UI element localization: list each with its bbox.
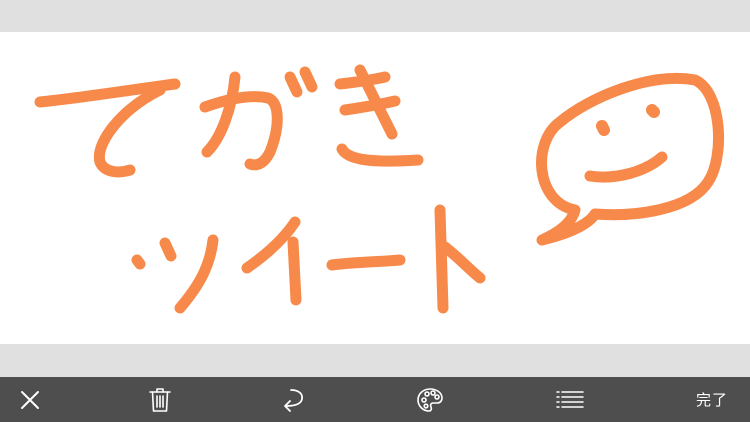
palette-icon [417, 387, 443, 412]
close-icon [21, 390, 39, 409]
done-button[interactable]: 完了 [682, 377, 742, 422]
bubble-smile [584, 151, 668, 183]
bottom-toolbar: 完了 [0, 377, 750, 422]
handwriting-drawing [34, 64, 725, 314]
color-palette-button[interactable] [400, 377, 460, 422]
delete-button[interactable] [130, 377, 190, 422]
stroke-ga-dakuten-1 [284, 71, 303, 98]
stroke-ki-mid [339, 95, 401, 116]
stroke-ga-dakuten-2 [299, 66, 318, 93]
bubble-eye-left [596, 120, 610, 136]
bubble-eye-right [646, 104, 660, 118]
stroke-to-vertical [434, 204, 449, 314]
line-width-button[interactable] [540, 377, 600, 422]
stroke-choon [326, 254, 406, 271]
stroke-tsu-dot-1 [131, 254, 146, 270]
stroke-i-vertical [287, 236, 302, 306]
trash-icon [149, 387, 171, 412]
drawing-screen: 完了 [0, 0, 750, 422]
stroke-ki-bottom [336, 143, 424, 167]
stroke-ga-vertical [201, 71, 241, 158]
stroke-tsu-main [174, 234, 219, 314]
list-lines-icon [556, 390, 584, 408]
stroke-to-branch [439, 241, 486, 284]
stroke-tsu-dot-2 [159, 237, 177, 262]
speech-bubble-outline [536, 73, 725, 246]
drawing-canvas[interactable] [0, 32, 750, 344]
undo-button[interactable] [262, 377, 322, 422]
close-button[interactable] [0, 377, 60, 422]
done-label: 完了 [695, 391, 728, 409]
stroke-te-curve [93, 84, 166, 178]
undo-arrow-icon [284, 388, 304, 412]
